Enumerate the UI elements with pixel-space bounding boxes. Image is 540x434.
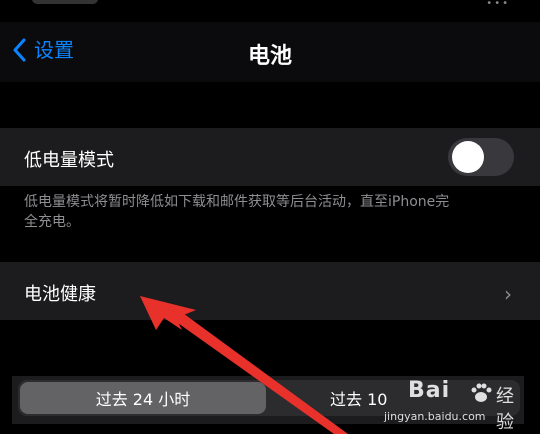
status-dots: •••: [486, 0, 510, 9]
status-pill: [32, 0, 98, 4]
watermark-url: jingyan.baidu.com: [384, 410, 486, 423]
baidu-jingyan-watermark: Bai 经验 jingyan.baidu.com: [368, 372, 528, 433]
segment-last-24-hours-label: 过去 24 小时: [95, 390, 191, 409]
low-power-mode-toggle[interactable]: [448, 138, 514, 176]
section-gap: [0, 82, 540, 128]
page-title: 电池: [247, 44, 292, 69]
chevron-right-icon: ›: [504, 282, 512, 306]
battery-health-row[interactable]: 电池健康: [0, 262, 540, 320]
battery-health-label: 电池健康: [24, 284, 96, 305]
watermark-brand-right: 经验: [496, 386, 514, 433]
navigation-bar: 设置 电池: [0, 22, 540, 82]
segment-last-24-hours[interactable]: 过去 24 小时: [20, 382, 266, 414]
status-bar: •••: [0, 0, 540, 22]
low-power-mode-label: 低电量模式: [24, 150, 114, 171]
footer-line-1: 低电量模式将暂时降低如下载和邮件获取等后台活动，直至iPhone完: [24, 194, 450, 210]
low-power-mode-footer: 低电量模式将暂时降低如下载和邮件获取等后台活动，直至iPhone完 全充电。: [24, 192, 524, 232]
watermark-brand-left: Bai: [408, 378, 451, 403]
toggle-knob: [452, 141, 484, 173]
footer-line-2: 全充电。: [24, 214, 80, 230]
paw-icon: [471, 383, 492, 402]
